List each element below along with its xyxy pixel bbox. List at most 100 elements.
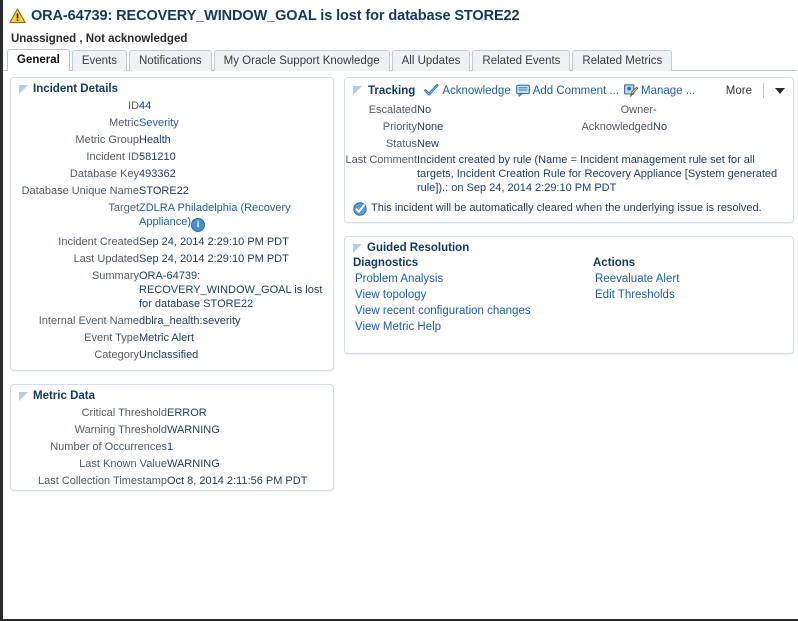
tab-notifications[interactable]: Notifications	[129, 50, 212, 71]
row-label: ID	[128, 100, 139, 112]
tab-related-events[interactable]: Related Events	[472, 50, 571, 71]
table-row: Database Unique Name STORE22	[11, 183, 333, 200]
table-row: Last Known Value WARNING	[11, 456, 333, 473]
metric-data-table: Critical Threshold ERROR Warning Thresho…	[11, 405, 333, 490]
row-label: Incident Created	[58, 236, 139, 248]
table-row: Internal Event Name dblra_health:severit…	[11, 313, 333, 330]
row-value: WARNING	[167, 458, 220, 470]
last-comment-label: Last Comment	[345, 154, 417, 166]
table-row: Last Collection Timestamp Oct 8, 2014 2:…	[11, 473, 333, 490]
incident-detail-page: ORA-64739: RECOVERY_WINDOW_GOAL is lost …	[0, 0, 798, 621]
row-value: Oct 8, 2014 2:11:56 PM PDT	[167, 475, 308, 487]
content-area: Incident Details ID 44 Metric Severity M…	[3, 71, 798, 491]
row-label: Metric Group	[75, 134, 139, 146]
check-badge-icon	[353, 202, 367, 216]
right-column: Tracking Acknowledge Add Comment ... Man…	[344, 77, 794, 354]
chevron-down-icon[interactable]	[775, 87, 785, 94]
tab-events[interactable]: Events	[71, 50, 127, 71]
disclosure-triangle-icon[interactable]	[19, 84, 28, 94]
tab-all-updates[interactable]: All Updates	[391, 50, 471, 71]
table-row: Metric Group Health	[11, 132, 333, 149]
tracking-left-table: Escalated No Priority None Status New	[345, 102, 553, 153]
guided-resolution-title: Guided Resolution	[367, 242, 470, 254]
row-value: ERROR	[167, 407, 207, 419]
row-value: 493362	[139, 168, 176, 180]
row-value: New	[417, 138, 440, 150]
guided-resolution-header[interactable]: Guided Resolution	[345, 237, 793, 257]
row-value: -	[653, 104, 657, 116]
row-label: Warning Threshold	[74, 424, 167, 436]
info-icon[interactable]: i	[190, 218, 205, 232]
row-label: Status	[385, 138, 417, 150]
incident-details-header[interactable]: Incident Details	[11, 78, 333, 98]
row-value: STORE22	[139, 185, 189, 197]
row-value: ORA-64739: RECOVERY_WINDOW_GOAL is lost …	[139, 270, 323, 310]
row-label: Database Unique Name	[21, 185, 139, 197]
table-row: Last Comment Incident created by rule (N…	[345, 152, 793, 197]
table-row: Summary ORA-64739: RECOVERY_WINDOW_GOAL …	[11, 268, 333, 313]
tab-general[interactable]: General	[7, 49, 70, 71]
table-row: Incident ID 581210	[11, 149, 333, 166]
guided-resolution-panel: Guided Resolution Diagnostics Problem An…	[344, 236, 794, 354]
row-label: Acknowledged	[581, 121, 653, 133]
link-problem-analysis[interactable]: Problem Analysis	[353, 271, 593, 287]
acknowledge-button[interactable]: Acknowledge	[424, 84, 511, 97]
row-label: Escalated	[368, 104, 417, 116]
row-label: Category	[94, 349, 139, 361]
metric-link[interactable]: Severity	[139, 117, 179, 129]
tab-related-metrics[interactable]: Related Metrics	[572, 50, 673, 71]
manage-button[interactable]: Manage ...	[624, 84, 695, 97]
tracking-toolbar: Tracking Acknowledge Add Comment ... Man…	[345, 78, 793, 102]
link-view-topology[interactable]: View topology	[353, 287, 593, 303]
row-value: No	[417, 104, 432, 116]
metric-data-title: Metric Data	[33, 390, 95, 402]
row-value: 44	[139, 100, 152, 112]
row-value: No	[653, 121, 668, 133]
tab-my-oracle-support-knowledge[interactable]: My Oracle Support Knowledge	[213, 50, 390, 71]
disclosure-triangle-icon[interactable]	[353, 86, 362, 95]
disclosure-triangle-icon[interactable]	[353, 243, 362, 253]
link-view-metric-help[interactable]: View Metric Help	[353, 319, 593, 335]
add-comment-button[interactable]: Add Comment ...	[515, 84, 619, 97]
more-button[interactable]: More	[726, 85, 758, 97]
acknowledge-label: Acknowledge	[442, 84, 511, 97]
row-value: Metric Alert	[139, 332, 195, 344]
incident-details-panel: Incident Details ID 44 Metric Severity M…	[10, 77, 334, 371]
manage-label: Manage ...	[641, 84, 696, 97]
row-label: Summary	[91, 270, 139, 282]
row-value: dblra_health:severity	[139, 315, 241, 327]
auto-clear-note-row: This incident will be automatically clea…	[345, 197, 793, 222]
toolbar-divider	[763, 83, 764, 98]
row-label: Last Collection Timestamp	[38, 475, 167, 487]
link-view-recent-configuration-changes[interactable]: View recent configuration changes	[353, 303, 593, 319]
table-row: Target ZDLRA Philadelphia (Recovery Appl…	[11, 200, 333, 234]
row-value: 581210	[139, 151, 176, 163]
incident-details-title: Incident Details	[33, 83, 118, 95]
row-value: WARNING	[167, 424, 220, 436]
tab-bar: General Events Notifications My Oracle S…	[3, 49, 796, 71]
title-row: ORA-64739: RECOVERY_WINDOW_GOAL is lost …	[9, 5, 798, 27]
metric-data-panel: Metric Data Critical Threshold ERROR War…	[10, 384, 334, 491]
manage-pencil-icon	[624, 84, 639, 97]
table-row: Last Updated Sep 24, 2014 2:29:10 PM PDT	[11, 251, 333, 268]
actions-column: Actions Reevaluate Alert Edit Thresholds	[593, 257, 793, 303]
table-row: Metric Severity	[11, 115, 333, 132]
target-link[interactable]: ZDLRA Philadelphia (Recovery Appliance)	[139, 202, 291, 228]
disclosure-triangle-icon[interactable]	[19, 391, 28, 401]
table-row: Status New	[345, 136, 553, 153]
tracking-panel: Tracking Acknowledge Add Comment ... Man…	[344, 77, 794, 223]
tracking-title: Tracking	[368, 84, 416, 97]
diagnostics-column: Diagnostics Problem Analysis View topolo…	[353, 257, 593, 335]
metric-data-header[interactable]: Metric Data	[11, 385, 333, 405]
row-value: Unclassified	[139, 349, 199, 361]
row-label: Database Key	[69, 168, 139, 180]
tracking-status-grid: Escalated No Priority None Status New Ow…	[345, 102, 793, 150]
link-reevaluate-alert[interactable]: Reevaluate Alert	[593, 271, 793, 287]
table-row: Number of Occurrences 1	[11, 439, 333, 456]
row-label: Internal Event Name	[38, 315, 139, 327]
page-title: ORA-64739: RECOVERY_WINDOW_GOAL is lost …	[31, 8, 520, 24]
row-label: Last Known Value	[79, 458, 167, 470]
link-edit-thresholds[interactable]: Edit Thresholds	[593, 287, 793, 303]
row-label: Critical Threshold	[81, 407, 167, 419]
table-row: Incident Created Sep 24, 2014 2:29:10 PM…	[11, 234, 333, 251]
